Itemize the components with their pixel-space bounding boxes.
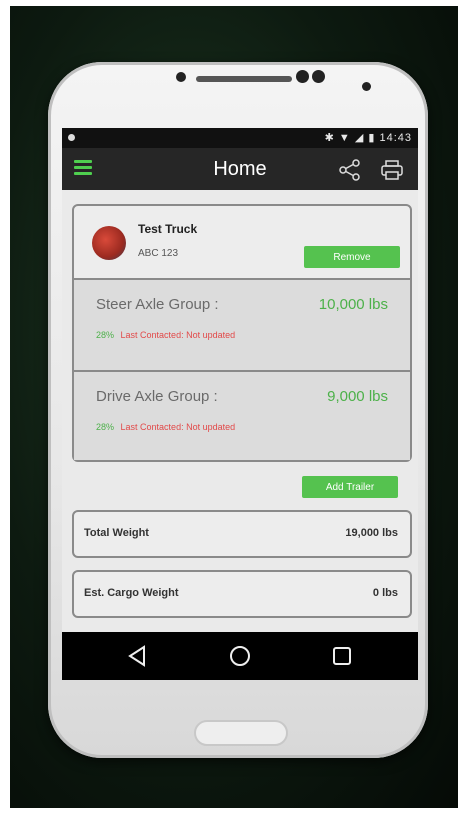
drive-axle-group[interactable]: Drive Axle Group : 9,000 lbs 28% Last Co… bbox=[74, 370, 410, 460]
axle-status: 28% Last Contacted: Not updated bbox=[96, 422, 235, 432]
page-title: Home bbox=[213, 158, 267, 180]
home-circle-icon[interactable] bbox=[226, 642, 254, 670]
last-contacted: Last Contacted: Not updated bbox=[120, 422, 236, 432]
status-time: 14:43 bbox=[379, 132, 412, 144]
cargo-weight-row: Est. Cargo Weight 0 lbs bbox=[72, 570, 412, 618]
app-bar: Home bbox=[62, 148, 418, 190]
signal-icon: ◢ bbox=[354, 132, 365, 144]
notification-dot-icon bbox=[68, 134, 75, 141]
axle-weight: 9,000 lbs bbox=[327, 388, 388, 405]
status-icons: ✱ ▼ ◢ ▮ 14:43 bbox=[325, 131, 412, 144]
total-weight-value: 19,000 lbs bbox=[345, 527, 398, 539]
truck-avatar bbox=[92, 226, 126, 260]
battery-icon: ▮ bbox=[368, 132, 376, 144]
status-bar: ✱ ▼ ◢ ▮ 14:43 bbox=[62, 128, 418, 148]
axle-label: Drive Axle Group : bbox=[96, 388, 218, 405]
axle-weight: 10,000 lbs bbox=[318, 296, 388, 313]
last-contacted: Last Contacted: Not updated bbox=[120, 330, 236, 340]
total-weight-row: Total Weight 19,000 lbs bbox=[72, 510, 412, 558]
bluetooth-icon: ✱ bbox=[324, 132, 335, 144]
battery-percent: 28% bbox=[96, 330, 115, 340]
steer-axle-group[interactable]: Steer Axle Group : 10,000 lbs 28% Last C… bbox=[74, 278, 410, 370]
front-sensor bbox=[176, 72, 186, 82]
axle-label: Steer Axle Group : bbox=[96, 296, 219, 313]
truck-header: Test Truck ABC 123 Remove bbox=[74, 206, 410, 278]
printer-icon[interactable] bbox=[380, 159, 404, 181]
battery-percent: 28% bbox=[96, 422, 115, 432]
back-triangle-icon[interactable] bbox=[124, 642, 152, 670]
add-trailer-button[interactable]: Add Trailer bbox=[302, 476, 398, 498]
front-camera bbox=[296, 70, 309, 83]
cargo-weight-value: 0 lbs bbox=[372, 587, 398, 599]
truck-card: Test Truck ABC 123 Remove Steer Axle Gro… bbox=[72, 204, 412, 462]
wifi-icon: ▼ bbox=[338, 132, 351, 144]
android-nav-bar bbox=[62, 632, 418, 680]
proximity-sensor bbox=[312, 70, 325, 83]
earpiece-speaker bbox=[196, 76, 292, 82]
physical-home-button[interactable] bbox=[194, 720, 288, 746]
phone-screen: ✱ ▼ ◢ ▮ 14:43 Home Test Truck ABC 123 Re… bbox=[62, 128, 418, 680]
light-sensor bbox=[362, 82, 371, 91]
recent-apps-square-icon[interactable] bbox=[328, 642, 356, 670]
remove-button[interactable]: Remove bbox=[304, 246, 400, 268]
truck-name: Test Truck bbox=[138, 222, 198, 236]
axle-status: 28% Last Contacted: Not updated bbox=[96, 330, 235, 340]
truck-plate: ABC 123 bbox=[138, 248, 179, 259]
total-weight-label: Total Weight bbox=[84, 527, 149, 539]
share-icon[interactable] bbox=[338, 159, 362, 181]
cargo-weight-label: Est. Cargo Weight bbox=[84, 587, 179, 599]
